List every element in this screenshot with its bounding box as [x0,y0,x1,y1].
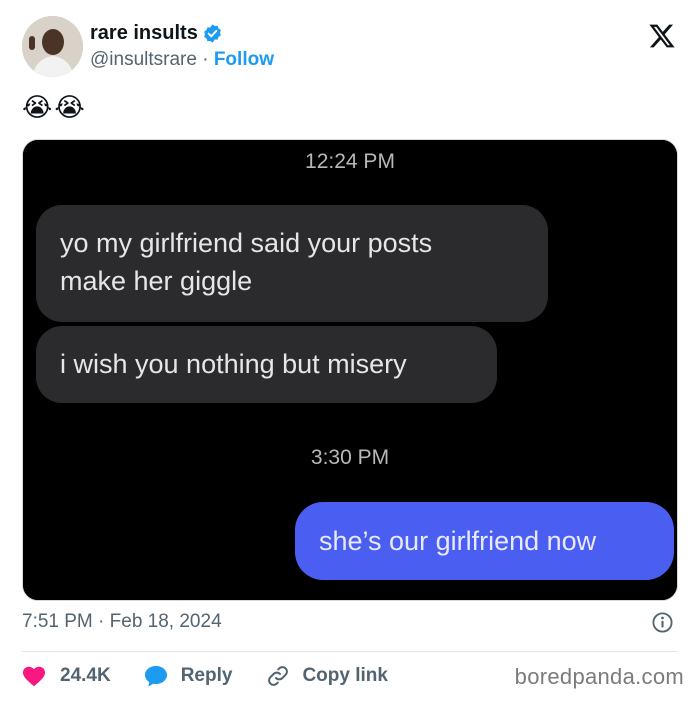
source-watermark: boredpanda.com [514,664,684,689]
author-handle-row: @insultsrare · Follow [90,49,274,71]
posted-date[interactable]: Feb 18, 2024 [110,611,222,632]
incoming-message-bubble: i wish you nothing but misery [36,326,497,403]
divider [22,651,678,652]
outgoing-message-bubble: she’s our girlfriend now [295,502,674,580]
message-line: she’s our girlfriend now [319,526,597,556]
heart-icon [22,665,46,687]
avatar[interactable] [22,16,83,77]
avatar-image [22,16,83,77]
author-display-name[interactable]: rare insults [90,22,198,45]
like-count: 24.4K [60,665,111,686]
reply-button[interactable]: Reply [143,664,233,688]
message-line: yo my girlfriend said your posts [60,228,433,258]
tweet-header: rare insults @insultsrare · Follow [22,16,682,80]
author-name-row: rare insults [90,22,223,45]
posted-time[interactable]: 7:51 PM [22,611,93,632]
posted-separator: · [92,611,110,632]
reply-label: Reply [180,665,233,686]
copy-link-label: Copy link [302,665,388,686]
tweet-actions: 24.4K Reply Copy link [22,661,388,691]
like-button[interactable]: 24.4K [22,665,111,687]
chat-screenshot: 12:24 PM yo my girlfriend said your post… [23,140,677,600]
copy-link-button[interactable]: Copy link [266,664,388,688]
tweet-timestamp-row: 7:51 PM · Feb 18, 2024 [22,611,678,637]
message-line: i wish you nothing but misery [60,349,407,379]
author-handle[interactable]: @insultsrare [90,49,197,70]
follow-button[interactable]: Follow [214,49,274,70]
tweet-media-image[interactable]: 12:24 PM yo my girlfriend said your post… [22,139,678,601]
link-icon [266,664,290,688]
incoming-message-bubble: yo my girlfriend said your posts make he… [36,205,548,322]
tweet-text: 😭😭 [22,92,87,122]
info-icon[interactable] [651,611,674,634]
x-logo-icon[interactable] [648,22,676,50]
chat-timestamp: 3:30 PM [310,446,390,469]
verified-badge-icon [202,23,223,44]
chat-timestamp: 12:24 PM [305,150,395,173]
speech-bubble-icon [143,664,169,688]
message-line: make her giggle [60,266,253,296]
handle-separator: · [196,49,214,70]
